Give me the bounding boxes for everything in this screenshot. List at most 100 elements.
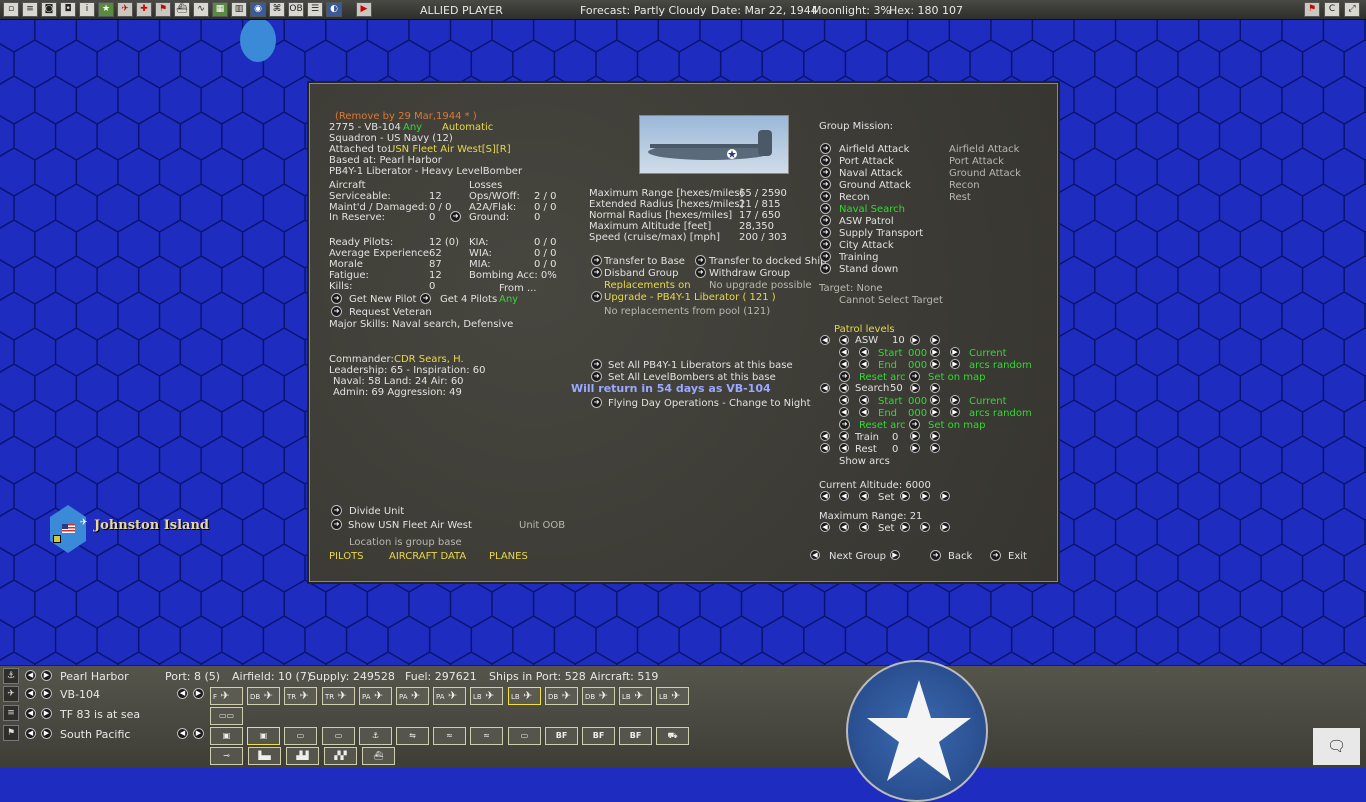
automatic-toggle[interactable]: Automatic [442,122,493,133]
region-prev-icon[interactable]: ◀ [25,728,36,739]
search-dec-big-icon[interactable]: ◀ [820,383,830,393]
mission-item[interactable]: Port Attack [839,156,894,167]
save-icon[interactable]: ▫ [3,2,19,17]
search-random-icon[interactable]: ▶ [950,407,960,417]
ship-type-button[interactable]: ▣ [210,727,243,745]
rest-dec-icon[interactable]: ◀ [839,443,849,453]
asw-arcs-random[interactable]: arcs random [969,360,1032,371]
mission-item[interactable]: Ground Attack [839,180,911,191]
c-icon[interactable]: C [1324,2,1340,17]
tf-next-icon[interactable]: ▶ [41,708,52,719]
ship-type-button[interactable]: ▣ [247,727,280,745]
air-unit-button[interactable]: LB ✈ [470,687,503,705]
train-inc-icon[interactable]: ▶ [910,431,920,441]
ship-type-button[interactable]: ▭ [508,727,541,745]
asw-dec-big-icon[interactable]: ◀ [820,335,830,345]
withdraw-button[interactable]: Withdraw Group [709,268,790,279]
asw-reset-arrow-icon[interactable]: ➜ [839,371,850,382]
highlighted-hex[interactable] [240,20,276,62]
next-group-button[interactable]: Next Group [829,551,886,562]
asw-inc-big-icon[interactable]: ▶ [930,335,940,345]
globe-icon[interactable]: ◉ [250,2,266,17]
map-icon[interactable]: ▦ [212,2,228,17]
transfer-base-button[interactable]: Transfer to Base [604,256,685,267]
range-set-button[interactable]: Set [878,523,894,534]
upgrade-arrow-icon[interactable]: ➜ [591,291,602,302]
region-next-icon[interactable]: ▶ [41,728,52,739]
mission-item[interactable]: ASW Patrol [839,216,894,227]
combat-icon[interactable]: ✚ [136,2,152,17]
info-icon[interactable]: i [79,2,95,17]
back-button[interactable]: Back [948,551,972,562]
commander-name[interactable]: CDR Sears, H. [394,354,464,365]
star-icon[interactable]: ★ [98,2,114,17]
air-unit-button[interactable]: LB ✈ [656,687,689,705]
asw-start-dec-big-icon[interactable]: ◀ [839,347,849,357]
mission-arrow-icon[interactable]: ➜ [820,167,831,178]
alt-set-button[interactable]: Set [878,492,894,503]
selected-squadron[interactable]: VB-104 [60,688,100,701]
exit-button[interactable]: Exit [1008,551,1027,562]
moon-icon[interactable]: ◐ [326,2,342,17]
air-unit-button[interactable]: DB ✈ [545,687,578,705]
hq-unit-button[interactable]: ▞▞ [324,747,357,765]
message-log-icon[interactable]: 🗨 [1313,728,1360,765]
flag-icon[interactable]: ⚑ [155,2,171,17]
search-start-dec-big-icon[interactable]: ◀ [839,395,849,405]
prev-group-icon[interactable]: ◀ [810,550,820,560]
asw-current-icon[interactable]: ▶ [950,347,960,357]
alt-dec-1-icon[interactable]: ◀ [859,491,869,501]
search-reset-arrow-icon[interactable]: ➜ [839,419,850,430]
ship-type-button[interactable]: ≈ [470,727,503,745]
alt-inc-3-icon[interactable]: ▶ [940,491,950,501]
range-dec-1-icon[interactable]: ◀ [859,522,869,532]
tab-planes[interactable]: PLANES [489,551,528,562]
unit-oob-button[interactable]: Unit OOB [519,520,565,531]
air-unit-button[interactable]: PA ✈ [359,687,392,705]
alt-inc-2-icon[interactable]: ▶ [920,491,930,501]
ship-type-button[interactable]: ⚓ [359,727,392,745]
range-inc-1-icon[interactable]: ▶ [900,522,910,532]
flying-day-arrow-icon[interactable]: ➜ [591,397,602,408]
get-new-pilot-arrow-icon[interactable]: ➜ [331,293,342,304]
unit-any[interactable]: Any [403,122,422,133]
set-all-lb-arrow-icon[interactable]: ➜ [591,371,602,382]
ship-type-button[interactable]: ▭ [322,727,355,745]
train-dec-big-icon[interactable]: ◀ [820,431,830,441]
play-turn-icon[interactable]: ▶ [356,2,372,17]
region-name[interactable]: South Pacific [60,728,130,741]
next-group-icon[interactable]: ▶ [890,550,900,560]
alt-inc-1-icon[interactable]: ▶ [900,491,910,501]
mission-arrow-icon[interactable]: ➜ [820,227,831,238]
mission-arrow-icon[interactable]: ➜ [820,179,831,190]
asw-start-dec-icon[interactable]: ◀ [859,347,869,357]
mission-item[interactable]: Naval Attack [839,168,903,179]
secondary-mission-item[interactable]: Port Attack [949,156,1004,167]
pilot-source[interactable]: Any [499,294,518,305]
transfer-ship-arrow-icon[interactable]: ➜ [695,255,706,266]
squadron-next-icon[interactable]: ▶ [41,688,52,699]
air-row-next-icon[interactable]: ▶ [193,688,204,699]
train-dec-icon[interactable]: ◀ [839,431,849,441]
upgrade-button[interactable]: Upgrade - PB4Y-1 Liberator ( 121 ) [604,292,776,303]
mission-arrow-icon[interactable]: ➜ [820,203,831,214]
mission-item[interactable]: Supply Transport [839,228,923,239]
ship-type-button[interactable]: ≈ [433,727,466,745]
disband-arrow-icon[interactable]: ➜ [591,267,602,278]
withdraw-arrow-icon[interactable]: ➜ [695,267,706,278]
replacements-toggle[interactable]: Replacements on [604,280,691,291]
asw-reset-arc[interactable]: Reset arc [859,372,906,383]
base-name-label[interactable]: Johnston Island [94,518,209,533]
secondary-mission-item[interactable]: Recon [949,180,980,191]
mission-arrow-icon[interactable]: ➜ [820,239,831,250]
mission-arrow-icon[interactable]: ➜ [820,263,831,274]
base-name[interactable]: Pearl Harbor [60,670,129,683]
request-veteran-button[interactable]: Request Veteran [349,307,432,318]
air-unit-button[interactable]: LB ✈ [619,687,652,705]
convoy-unit-button[interactable]: ⛴ [362,747,395,765]
search-current-icon[interactable]: ▶ [950,395,960,405]
fullscreen-icon[interactable]: ⤢ [1344,2,1360,17]
secondary-mission-item[interactable]: Airfield Attack [949,144,1019,155]
request-veteran-arrow-icon[interactable]: ➜ [331,306,342,317]
search-dec-icon[interactable]: ◀ [839,383,849,393]
